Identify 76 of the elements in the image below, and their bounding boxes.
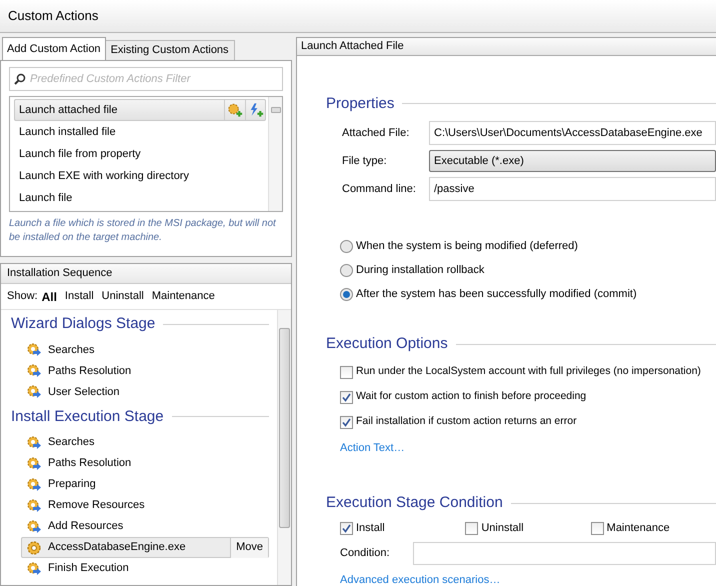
- radio-button[interactable]: [340, 240, 353, 253]
- show-label: Show:: [7, 289, 38, 304]
- action-list-item[interactable]: Launch file from property: [14, 143, 266, 165]
- add-gear-icon[interactable]: [224, 100, 244, 120]
- section-heading: Install Execution Stage: [11, 406, 164, 426]
- section-title: Installation Sequence: [7, 266, 112, 282]
- filter-link[interactable]: Maintenance: [152, 288, 215, 305]
- gear-arrow-icon: [26, 456, 42, 472]
- field-label: Attached File:: [342, 126, 410, 141]
- text-field[interactable]: C:\Users\User\Documents\AccessDatabaseEngine.exe: [429, 121, 716, 145]
- sequence-item[interactable]: Searches: [21, 432, 269, 453]
- sequence-item[interactable]: User Selection: [21, 382, 269, 402]
- sequence-item[interactable]: Remove Resources: [21, 495, 269, 516]
- gear-arrow-icon: [26, 560, 42, 576]
- action-list-item[interactable]: Launch EXE with working directory: [14, 165, 266, 187]
- filter-link[interactable]: Install: [64, 288, 94, 305]
- advanced-scenarios-link[interactable]: Advanced execution scenarios…: [326, 572, 716, 586]
- gear-icon: [26, 540, 42, 556]
- checkbox-label: Maintenance: [606, 520, 670, 536]
- checkbox[interactable]: [340, 522, 353, 534]
- section-heading: Properties: [326, 94, 394, 114]
- gear-arrow-icon: [26, 518, 42, 534]
- text-field[interactable]: /passive: [429, 177, 716, 201]
- section-heading: Execution Stage Condition: [326, 493, 503, 513]
- filter-field[interactable]: Predefined Custom Actions Filter: [9, 67, 283, 91]
- search-icon: [14, 73, 26, 85]
- scrollbar[interactable]: [277, 310, 291, 585]
- section-heading: Execution Options: [326, 334, 448, 354]
- file-type-dropdown[interactable]: Executable (*.exe): [429, 150, 716, 172]
- action-list-item[interactable]: Launch file: [14, 187, 266, 209]
- sequence-item[interactable]: AccessDatabaseEngine.exe Move: [21, 537, 269, 558]
- checkbox-label: Run under the LocalSystem account with full privileges (no impersonation): [356, 364, 701, 380]
- radio-button[interactable]: [340, 264, 353, 277]
- action-list-item[interactable]: Launch installed file: [14, 121, 266, 143]
- move-button[interactable]: Move: [230, 538, 268, 558]
- checkbox[interactable]: [465, 522, 478, 534]
- checkbox-label: Uninstall: [481, 520, 524, 536]
- scrollbar[interactable]: [268, 97, 282, 211]
- description-text: Launch a file which is stored in the MSI package, but will not be installed on the target machine.: [9, 217, 277, 245]
- sequence-item[interactable]: Paths Resolution: [21, 453, 269, 474]
- radio-button[interactable]: [340, 288, 353, 301]
- tab[interactable]: Existing Custom Actions: [106, 40, 235, 60]
- sequence-item[interactable]: Searches: [21, 340, 269, 360]
- radio-label: When the system is being modified (deferred): [356, 239, 578, 254]
- filter-link[interactable]: Uninstall: [102, 288, 144, 305]
- gear-arrow-icon: [26, 498, 42, 514]
- filter-link[interactable]: All: [42, 288, 57, 306]
- checkbox-label: Install: [356, 520, 385, 536]
- field-label: Command line:: [342, 182, 417, 197]
- sequence-item[interactable]: Add Resources: [21, 516, 269, 537]
- section-heading: Wizard Dialogs Stage: [11, 314, 156, 334]
- field-label: File type:: [342, 154, 388, 169]
- checkbox-label: Wait for custom action to finish before proceeding: [356, 389, 586, 404]
- gear-arrow-icon: [26, 434, 42, 450]
- sequence-item[interactable]: Preparing: [21, 474, 269, 495]
- checkbox[interactable]: [340, 390, 353, 404]
- panel-title: Launch Attached File: [301, 39, 404, 54]
- condition-field[interactable]: [413, 542, 716, 565]
- add-lightning-icon[interactable]: [245, 100, 265, 120]
- gear-arrow-icon: [26, 363, 42, 379]
- checkbox[interactable]: [340, 416, 353, 428]
- checkbox[interactable]: [590, 522, 604, 534]
- window-title: Custom Actions: [8, 7, 98, 26]
- gear-arrow-icon: [26, 384, 42, 400]
- action-list-item[interactable]: Launch attached file: [14, 99, 266, 121]
- gear-arrow-icon: [26, 342, 42, 358]
- checkbox-label: Fail installation if custom action returns an error: [356, 414, 577, 430]
- radio-label: During installation rollback: [356, 263, 484, 278]
- sequence-item[interactable]: Finish Execution: [21, 558, 269, 579]
- action-text-link[interactable]: Action Text…: [340, 440, 716, 456]
- gear-arrow-icon: [26, 476, 42, 492]
- radio-label: After the system has been successfully modified (commit): [356, 287, 637, 302]
- sequence-item[interactable]: Paths Resolution: [21, 360, 269, 382]
- tab[interactable]: Add Custom Action: [2, 37, 106, 60]
- field-label: Condition:: [340, 546, 391, 562]
- checkbox[interactable]: [340, 366, 353, 378]
